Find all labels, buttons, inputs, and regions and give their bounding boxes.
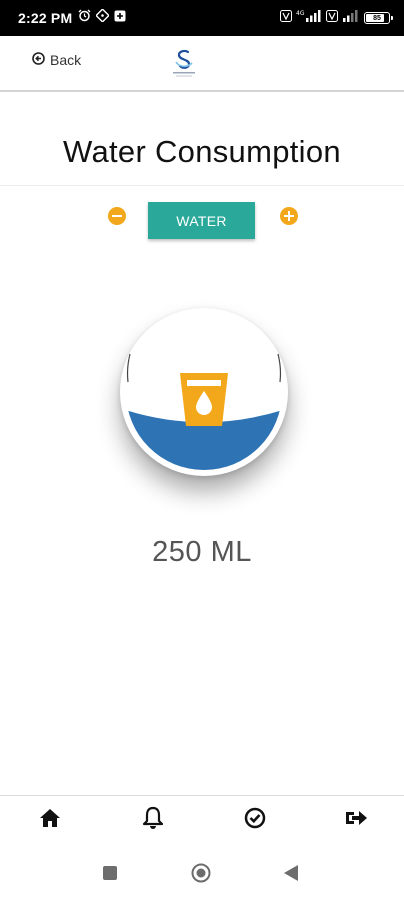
home-icon[interactable] xyxy=(38,806,62,830)
system-nav-bar xyxy=(0,845,404,900)
glass-rim-left xyxy=(126,353,131,383)
app-bar: Back xyxy=(0,36,404,92)
water-amount: 250 ML xyxy=(152,536,252,568)
status-right-icons: 4G 85 xyxy=(280,9,393,27)
bell-icon[interactable] xyxy=(141,806,165,830)
home-circle-icon[interactable] xyxy=(191,863,211,888)
glass-rim-right xyxy=(277,353,282,383)
water-glass-icon xyxy=(180,373,228,426)
decrease-button[interactable] xyxy=(108,207,126,225)
back-label: Back xyxy=(50,52,82,68)
location-icon xyxy=(95,8,111,27)
battery-text: 85 xyxy=(373,14,381,22)
water-level-gauge xyxy=(120,308,288,476)
bottom-nav xyxy=(0,795,404,841)
check-circle-icon[interactable] xyxy=(243,806,267,830)
logout-icon[interactable] xyxy=(344,806,368,830)
app-logo xyxy=(170,48,198,80)
svg-text:4G: 4G xyxy=(296,10,305,17)
water-type-button[interactable]: WATER xyxy=(148,202,255,239)
alarm-icon xyxy=(78,9,91,27)
signal-icon xyxy=(342,9,360,27)
signal-icon: 4G xyxy=(296,9,322,27)
volte-icon xyxy=(280,9,292,27)
recents-icon[interactable] xyxy=(103,866,117,885)
battery-icon: 85 xyxy=(364,12,393,24)
back-button[interactable]: Back xyxy=(32,52,81,68)
back-triangle-icon[interactable] xyxy=(284,865,298,886)
status-left-icons xyxy=(78,8,126,27)
divider xyxy=(0,185,404,186)
status-time: 2:22 PM xyxy=(18,10,73,26)
increase-button[interactable] xyxy=(280,207,298,225)
page-title: Water Consumption xyxy=(63,134,341,169)
volte-icon xyxy=(326,9,338,27)
status-bar: 2:22 PM 4G 85 xyxy=(0,0,404,36)
back-arrow-icon xyxy=(32,52,45,68)
notification-icon xyxy=(114,9,126,27)
